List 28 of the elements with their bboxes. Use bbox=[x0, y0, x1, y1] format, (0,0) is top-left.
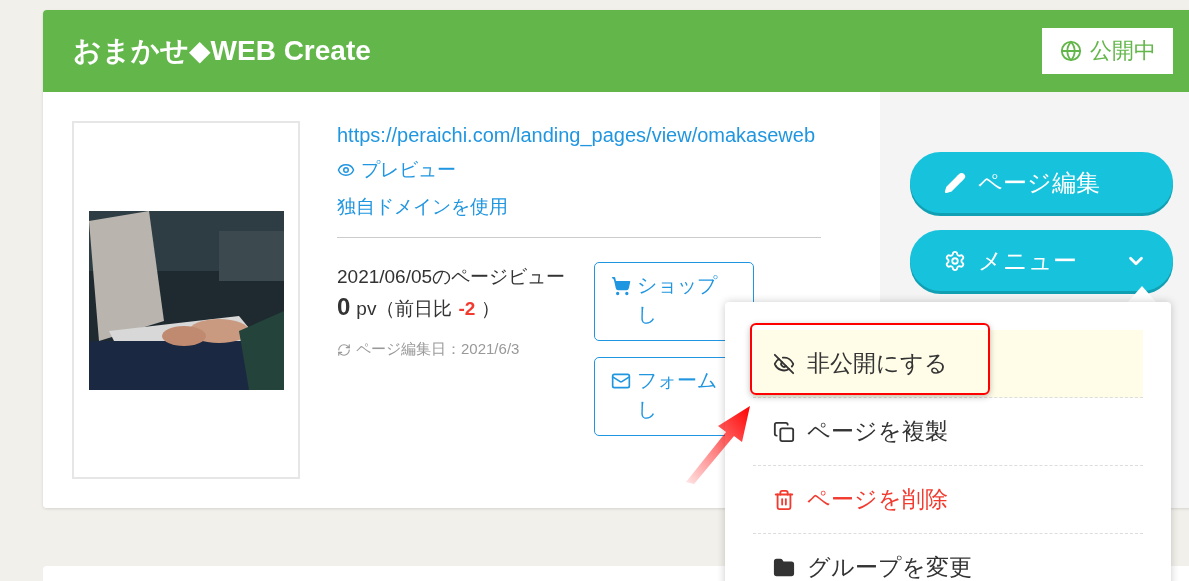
envelope-icon bbox=[611, 371, 631, 391]
cart-icon bbox=[611, 276, 631, 296]
refresh-icon bbox=[337, 342, 351, 357]
page-title: おまかせ◆WEB Create bbox=[73, 34, 371, 68]
folder-icon bbox=[773, 556, 795, 579]
globe-icon bbox=[1059, 40, 1082, 62]
pv-diff: -2 bbox=[458, 298, 476, 320]
edited-date: ページ編集日：2021/6/3 bbox=[356, 340, 520, 359]
pencil-icon bbox=[944, 171, 966, 194]
menu-button[interactable]: メニュー bbox=[910, 230, 1173, 291]
pv-close: ） bbox=[481, 297, 501, 321]
edit-page-button[interactable]: ページ編集 bbox=[910, 152, 1173, 213]
pageview-title: 2021/06/05のページビュー bbox=[337, 265, 567, 289]
pv-unit: pv（前日比 bbox=[356, 297, 453, 321]
menu-item[interactable]: ページを削除 bbox=[753, 466, 1143, 534]
menu-item[interactable]: グループを変更 bbox=[753, 534, 1143, 581]
hidden-icon bbox=[773, 352, 795, 375]
menu-item[interactable]: ページを複製 bbox=[753, 398, 1143, 466]
trash-icon bbox=[773, 488, 795, 511]
option-button[interactable]: ショップ し bbox=[594, 262, 754, 341]
settings-icon bbox=[944, 249, 966, 272]
preview-link[interactable]: プレビュー bbox=[337, 151, 456, 188]
page-url-link[interactable]: https://peraichi.com/landing_pages/view/omakaseweb bbox=[337, 120, 821, 151]
pv-count: 0 bbox=[337, 293, 351, 321]
copy-icon bbox=[773, 420, 795, 443]
domain-link[interactable]: 独自ドメインを使用 bbox=[337, 188, 508, 225]
menu-item[interactable]: 非公開にする bbox=[753, 330, 1143, 398]
status-badge: 公開中 bbox=[1042, 28, 1173, 74]
